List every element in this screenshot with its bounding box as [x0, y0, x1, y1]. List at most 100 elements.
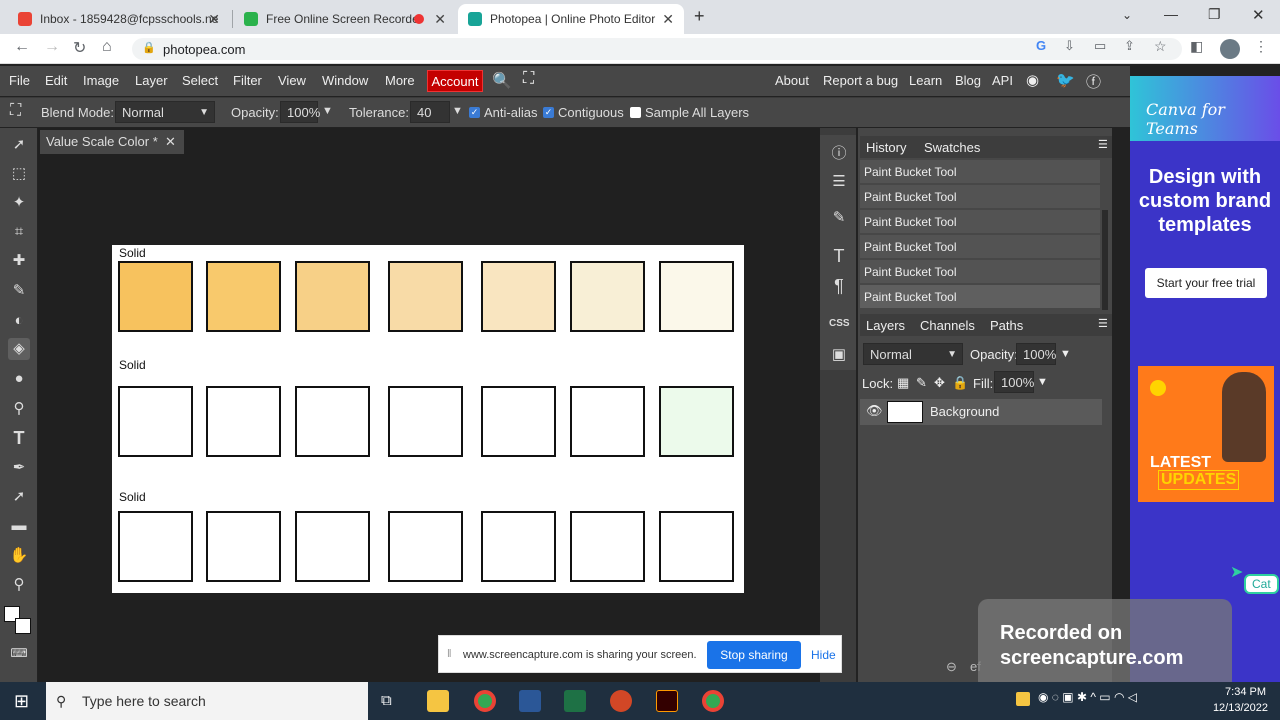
dodge-tool-icon[interactable]: ⚲: [8, 398, 30, 420]
stop-sharing-button[interactable]: Stop sharing: [707, 641, 801, 669]
link-api[interactable]: API: [992, 73, 1013, 88]
history-scrollbar[interactable]: [1102, 210, 1108, 310]
illustrator-icon[interactable]: [656, 690, 678, 712]
share-icon[interactable]: ⇪: [1124, 38, 1135, 54]
menu-select[interactable]: Select: [182, 73, 218, 88]
link-layers-icon[interactable]: ⊖: [946, 659, 957, 675]
marquee-tool-icon[interactable]: ⬚: [8, 163, 30, 185]
close-tab-icon[interactable]: ✕: [662, 11, 674, 28]
background-color-swatch[interactable]: [15, 618, 31, 634]
history-item[interactable]: Paint Bucket Tool: [860, 210, 1100, 234]
history-item[interactable]: Paint Bucket Tool: [860, 235, 1100, 259]
history-item[interactable]: Paint Bucket Tool: [860, 260, 1100, 284]
taskbar-search[interactable]: ⚲ Type here to search: [46, 682, 368, 720]
link-learn[interactable]: Learn: [909, 73, 942, 88]
menu-filter[interactable]: Filter: [233, 73, 262, 88]
color-swatch[interactable]: [481, 261, 556, 332]
blend-mode-select[interactable]: Normal ▼: [115, 101, 215, 123]
color-swatch[interactable]: [118, 386, 193, 457]
color-swatch[interactable]: [206, 261, 281, 332]
layer-row[interactable]: 👁 Background: [860, 399, 1102, 425]
windows-start-icon[interactable]: ⊞: [14, 691, 29, 712]
tray-app-icon[interactable]: [1016, 692, 1030, 706]
magic-wand-icon[interactable]: ✦: [8, 192, 30, 214]
adjustments-icon[interactable]: ☰: [829, 172, 849, 190]
brush-settings-icon[interactable]: ✎: [829, 208, 849, 226]
tab-search-icon[interactable]: ⌄: [1122, 8, 1132, 22]
reddit-icon[interactable]: ◉: [1026, 71, 1039, 89]
fill-input[interactable]: 100%: [994, 371, 1034, 393]
color-swatch[interactable]: [206, 386, 281, 457]
search-icon[interactable]: 🔍: [492, 71, 512, 91]
tab-paths[interactable]: Paths: [990, 318, 1023, 333]
home-icon[interactable]: ⌂: [102, 38, 112, 56]
layer-opacity-input[interactable]: 100%: [1016, 343, 1056, 365]
blur-tool-icon[interactable]: ●: [8, 368, 30, 390]
task-view-icon[interactable]: ⧉: [381, 692, 392, 709]
chrome-profile-icon[interactable]: [702, 690, 724, 712]
tab-layers[interactable]: Layers: [866, 318, 905, 333]
tab-screen-recorder[interactable]: Free Online Screen Recorder ✕: [234, 4, 456, 34]
bookmark-star-icon[interactable]: ☆: [1154, 38, 1167, 55]
chevron-down-icon[interactable]: ▼: [452, 105, 463, 117]
eraser-tool-icon[interactable]: ◐: [8, 310, 30, 332]
color-swatch[interactable]: [481, 386, 556, 457]
close-window-icon[interactable]: ✕: [1252, 6, 1265, 24]
color-swatch[interactable]: [659, 386, 734, 457]
paint-bucket-icon[interactable]: ⛶: [10, 102, 21, 120]
word-icon[interactable]: [519, 690, 541, 712]
menu-more[interactable]: More: [385, 73, 415, 88]
close-tab-icon[interactable]: ✕: [208, 11, 220, 28]
shape-tool-icon[interactable]: ▬: [8, 515, 30, 537]
css-icon[interactable]: CSS: [829, 318, 850, 329]
menu-edit[interactable]: Edit: [45, 73, 67, 88]
side-panel-icon[interactable]: ◧: [1190, 38, 1203, 55]
layer-blend-select[interactable]: Normal ▼: [863, 343, 963, 365]
drag-handle-icon[interactable]: ‖: [447, 648, 452, 660]
chrome-menu-icon[interactable]: ⋮: [1254, 38, 1268, 55]
color-swatch[interactable]: [570, 386, 645, 457]
brush-tool-icon[interactable]: ✎: [8, 280, 30, 302]
panel-menu-icon[interactable]: ☰: [1098, 317, 1108, 330]
paragraph-icon[interactable]: ¶: [829, 276, 849, 297]
antialias-checkbox[interactable]: ✓: [469, 107, 480, 118]
keyboard-icon[interactable]: ⌨: [8, 642, 30, 664]
tolerance-input[interactable]: 40: [410, 101, 450, 123]
path-select-icon[interactable]: ➚: [8, 486, 30, 508]
excel-icon[interactable]: [564, 690, 586, 712]
lock-move-icon[interactable]: ✥: [934, 375, 945, 391]
lock-all-icon[interactable]: 🔒: [952, 375, 968, 391]
close-tab-icon[interactable]: ✕: [434, 11, 446, 28]
close-document-icon[interactable]: ✕: [165, 130, 176, 154]
lock-paint-icon[interactable]: ✎: [916, 375, 927, 391]
tab-gmail[interactable]: Inbox - 1859428@fcpsschools.ne ✕: [8, 4, 230, 34]
document-tab[interactable]: Value Scale Color * ✕: [40, 130, 184, 154]
color-swatch[interactable]: [570, 511, 645, 582]
lock-transparency-icon[interactable]: ▦: [897, 375, 909, 391]
healing-tool-icon[interactable]: ✚: [8, 250, 30, 272]
link-about[interactable]: About: [775, 73, 809, 88]
color-swatch[interactable]: [295, 386, 370, 457]
color-swatch[interactable]: [388, 386, 463, 457]
color-swatch[interactable]: [118, 511, 193, 582]
character-icon[interactable]: T: [829, 246, 849, 267]
forward-icon[interactable]: →: [44, 38, 60, 56]
opacity-input[interactable]: 100%: [280, 101, 320, 123]
profile-avatar[interactable]: [1220, 39, 1240, 59]
twitter-icon[interactable]: 🐦: [1056, 71, 1075, 89]
paint-bucket-tool-icon[interactable]: ◈: [8, 338, 30, 360]
info-icon[interactable]: ⓘ: [829, 142, 849, 163]
color-swatch[interactable]: [388, 261, 463, 332]
panel-menu-icon[interactable]: ☰: [1098, 138, 1108, 151]
tab-history[interactable]: History: [866, 140, 906, 155]
chevron-down-icon[interactable]: ▼: [322, 105, 333, 117]
history-item[interactable]: Paint Bucket Tool: [860, 185, 1100, 209]
document-canvas[interactable]: Solid Solid Solid: [112, 245, 744, 593]
tab-photopea[interactable]: Photopea | Online Photo Editor ✕: [458, 4, 684, 34]
history-item[interactable]: Paint Bucket Tool: [860, 285, 1100, 309]
tab-channels[interactable]: Channels: [920, 318, 975, 333]
facebook-icon[interactable]: ⓕ: [1086, 71, 1101, 92]
ad-cta-button[interactable]: Start your free trial: [1145, 268, 1267, 298]
powerpoint-icon[interactable]: [610, 690, 632, 712]
link-report-bug[interactable]: Report a bug: [823, 73, 898, 88]
